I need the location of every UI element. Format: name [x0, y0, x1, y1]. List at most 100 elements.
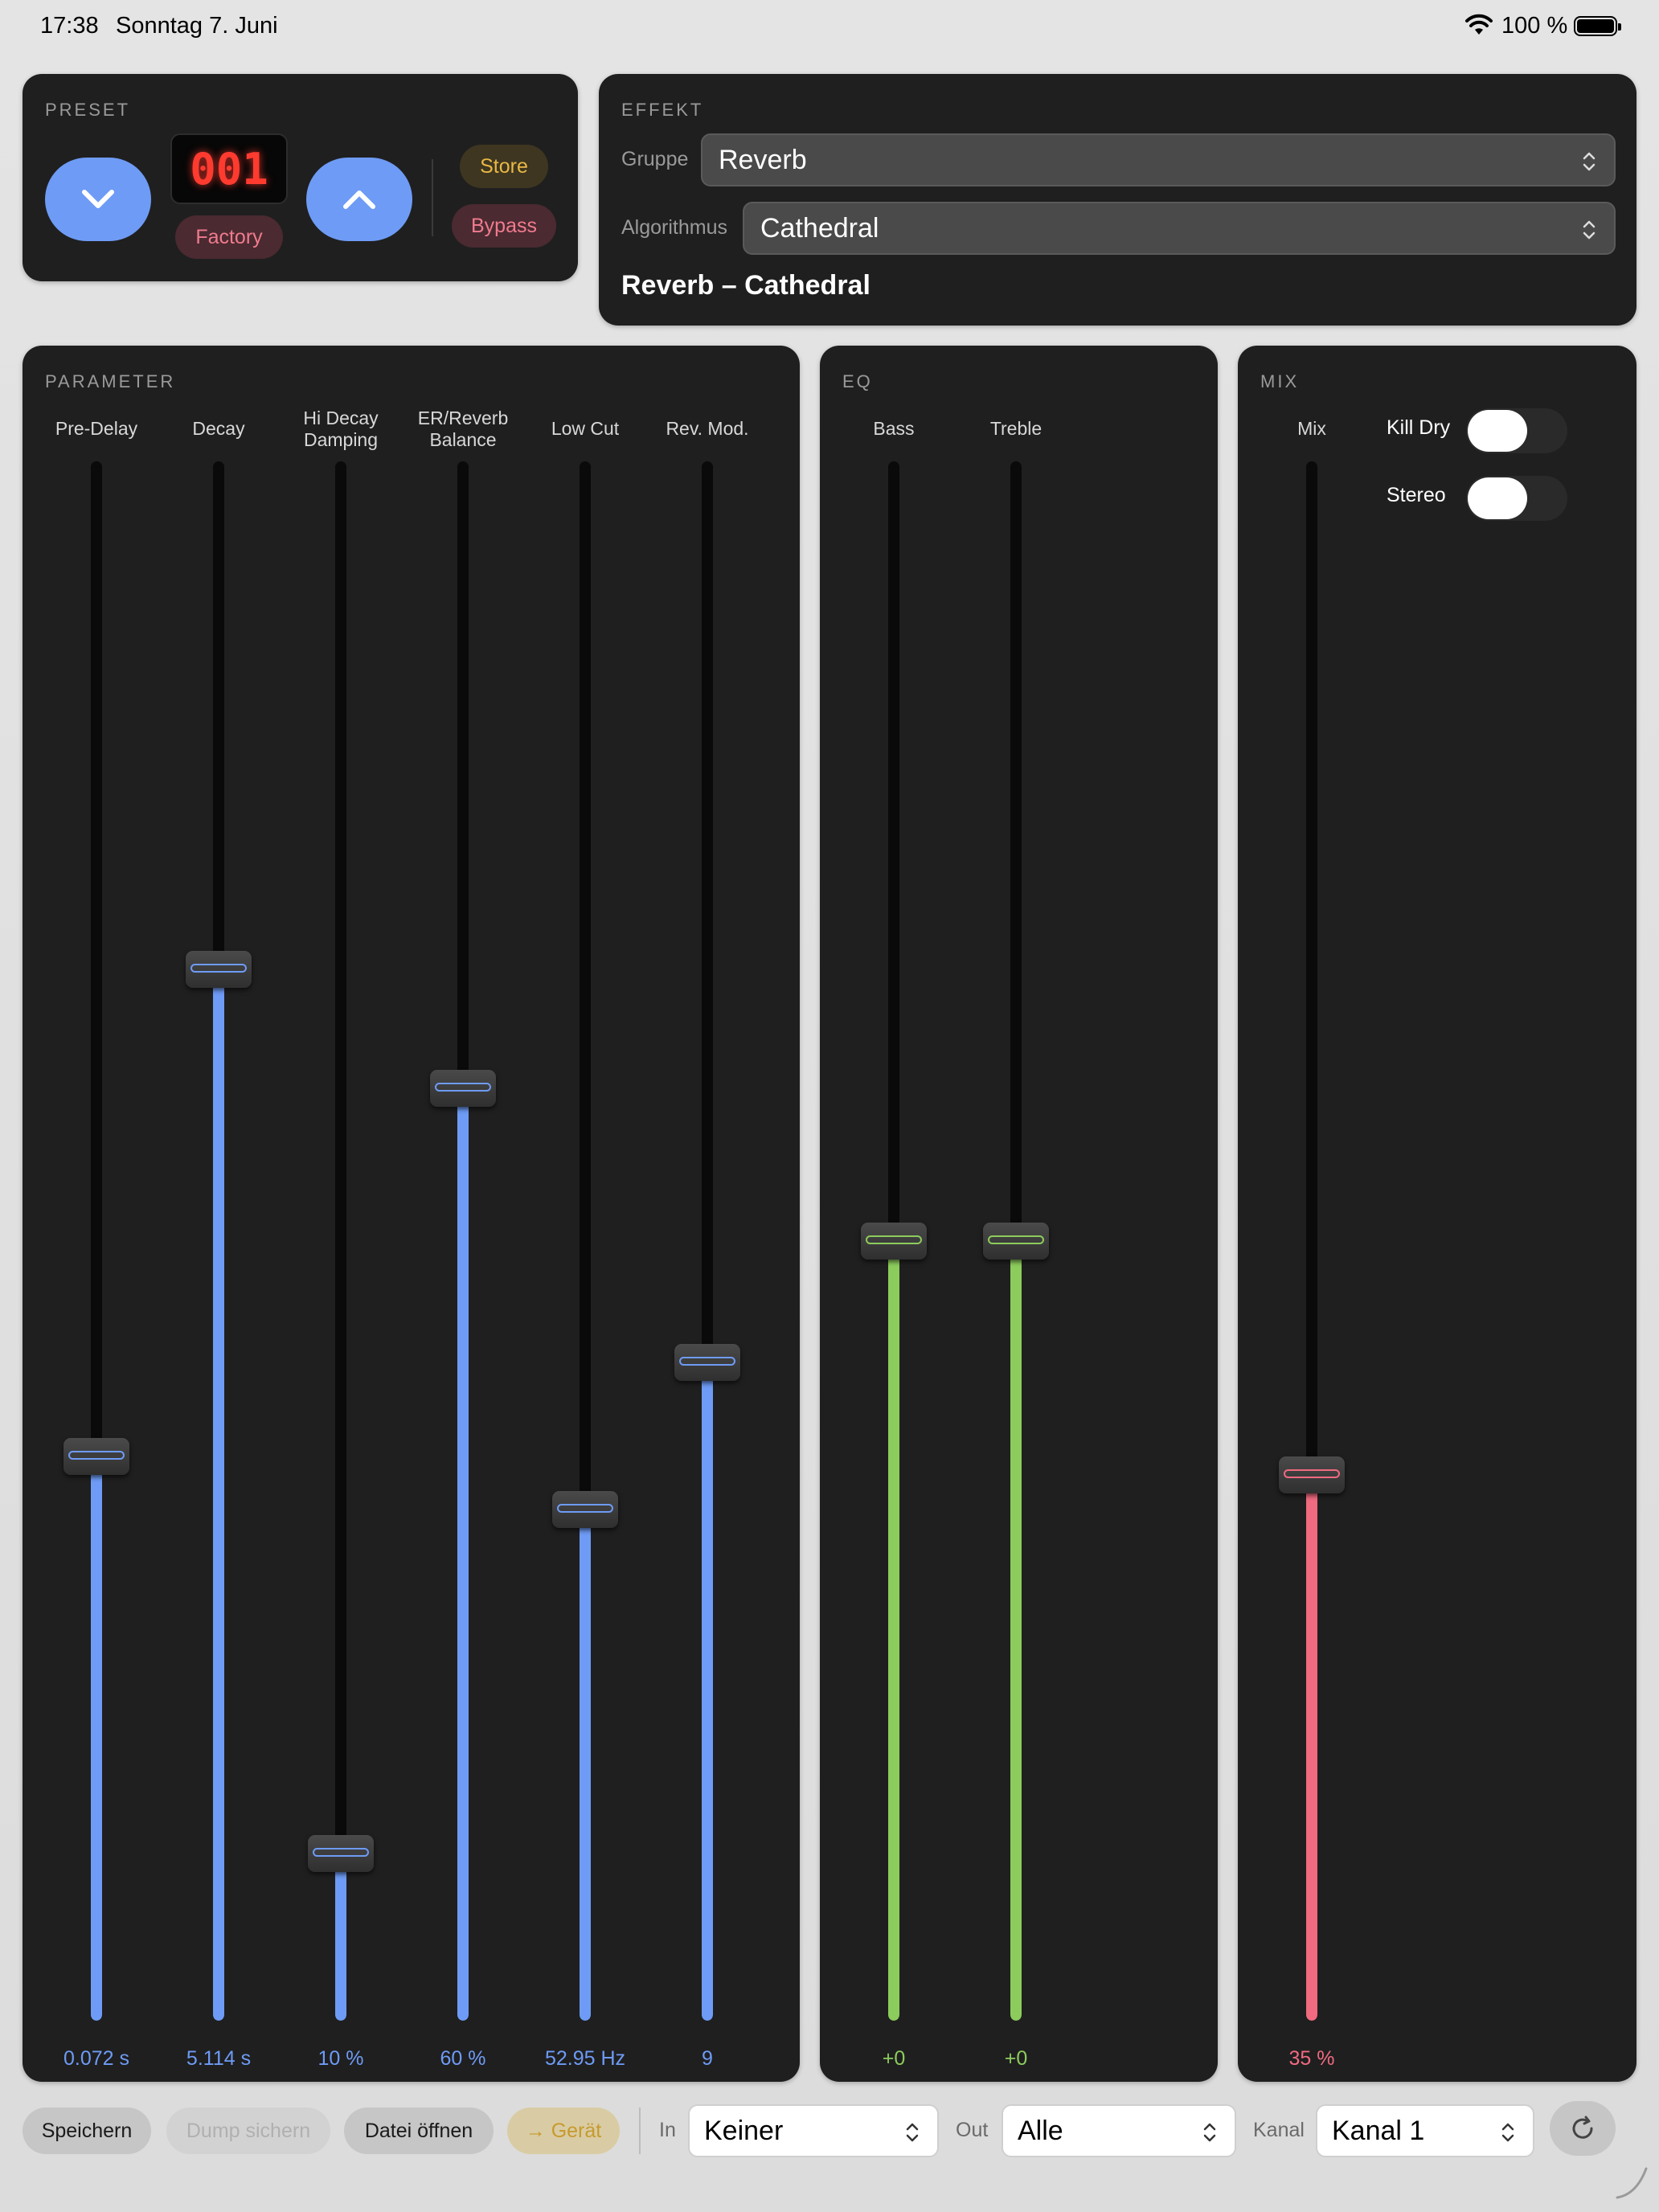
status-time: 17:38	[40, 13, 99, 39]
battery-percent: 100 %	[1501, 13, 1568, 39]
status-bar: 17:38 Sonntag 7. Juni 100 %	[0, 0, 1659, 51]
preset-down-button[interactable]	[45, 158, 151, 241]
effekt-title: EFFEKT	[621, 100, 704, 120]
kill-dry-toggle[interactable]	[1466, 408, 1567, 453]
midi-in-select[interactable]: Keiner	[688, 2104, 939, 2157]
slider-mix-fill	[1306, 1475, 1317, 2021]
wifi-icon	[1465, 14, 1493, 35]
preset-title: PRESET	[45, 100, 131, 120]
toggle-knob	[1468, 410, 1527, 452]
preset-divider	[432, 159, 433, 236]
algorithmus-label: Algorithmus	[621, 216, 727, 239]
bypass-button[interactable]: Bypass	[452, 204, 556, 248]
chevron-up-icon	[343, 190, 375, 209]
slider-pre-delay-value: 0.072 s	[63, 2047, 129, 2070]
chevron-updown-icon	[1501, 2123, 1514, 2142]
slider-mix-label: Mix	[1297, 418, 1326, 439]
chevron-updown-icon	[1583, 152, 1596, 171]
slider-decay-label: Decay	[192, 418, 245, 439]
slider-low-cut-thumb[interactable]	[552, 1490, 618, 1528]
slider-hi-decay-damping-fill	[335, 1854, 346, 2021]
chevron-updown-icon	[906, 2123, 919, 2142]
stereo-toggle[interactable]	[1466, 476, 1567, 521]
dump-sichern-button[interactable]: Dump sichern	[166, 2108, 330, 2154]
midi-out-select[interactable]: Alle	[1002, 2104, 1236, 2157]
midi-in-value: Keiner	[704, 2115, 784, 2146]
parameter-panel: PARAMETER Pre-Delay 0.072 s Decay 5.114 s Hi…	[23, 346, 800, 2082]
speichern-button[interactable]: Speichern	[23, 2108, 151, 2154]
gruppe-select[interactable]: Reverb	[701, 133, 1616, 186]
store-button[interactable]: Store	[460, 145, 548, 188]
preset-number-display: 001	[170, 133, 288, 204]
refresh-button[interactable]	[1550, 2101, 1616, 2156]
slider-mix-track[interactable]	[1306, 461, 1317, 2021]
slider-bass-thumb[interactable]	[861, 1223, 927, 1260]
slider-rev-mod-thumb[interactable]	[674, 1344, 740, 1382]
effect-summary: Reverb – Cathedral	[621, 270, 870, 301]
slider-er-reverb-balance-value: 60 %	[440, 2047, 486, 2070]
slider-hi-decay-damping-thumb[interactable]	[308, 1835, 374, 1873]
toggle-knob	[1468, 477, 1527, 519]
algorithmus-select[interactable]: Cathedral	[743, 202, 1616, 255]
status-date: Sonntag 7. Juni	[116, 13, 278, 39]
send-to-device-button[interactable]: → Gerät	[507, 2108, 620, 2154]
eq-title: EQ	[842, 371, 873, 391]
chevron-down-icon	[82, 190, 114, 208]
mix-title: MIX	[1260, 371, 1300, 391]
slider-er-reverb-balance-track[interactable]	[457, 461, 469, 2021]
slider-rev-mod-fill	[702, 1362, 713, 2021]
battery-icon	[1574, 16, 1621, 36]
gruppe-value: Reverb	[719, 144, 807, 175]
eq-panel: EQ Bass +0 Treble +0	[820, 346, 1218, 2082]
slider-bass-label: Bass	[873, 418, 915, 439]
kanal-label: Kanal	[1253, 2119, 1305, 2141]
slider-low-cut-track[interactable]	[580, 461, 591, 2021]
slider-er-reverb-balance-thumb[interactable]	[430, 1069, 496, 1107]
slider-low-cut-value: 52.95 Hz	[544, 2047, 626, 2070]
mix-panel: MIX Kill Dry Stereo Mix 35 %	[1238, 346, 1636, 2082]
effekt-panel: EFFEKT Gruppe Reverb Algorithmus Cathedr…	[599, 74, 1636, 326]
slider-treble-fill	[1010, 1241, 1022, 2021]
kanal-value: Kanal 1	[1332, 2115, 1425, 2146]
resize-handle-icon[interactable]	[1612, 2164, 1651, 2202]
slider-treble-value: +0	[1004, 2047, 1028, 2070]
slider-low-cut-fill	[580, 1509, 591, 2021]
slider-treble-label: Treble	[989, 418, 1043, 439]
slider-rev-mod-label: Rev. Mod.	[666, 418, 749, 439]
slider-er-reverb-balance-label: ER/Reverb Balance	[417, 408, 509, 450]
chevron-updown-icon	[1203, 2123, 1216, 2142]
refresh-icon	[1572, 2116, 1593, 2139]
gruppe-label: Gruppe	[621, 148, 689, 170]
stereo-label: Stereo	[1387, 484, 1446, 506]
in-label: In	[659, 2119, 676, 2141]
slider-bass-fill	[888, 1241, 899, 2021]
slider-rev-mod-value: 9	[702, 2047, 713, 2070]
midi-out-value: Alle	[1018, 2115, 1063, 2146]
slider-decay-thumb[interactable]	[186, 951, 252, 989]
slider-mix-thumb[interactable]	[1279, 1456, 1345, 1493]
slider-pre-delay-track[interactable]	[91, 461, 102, 2021]
slider-rev-mod-track[interactable]	[702, 461, 713, 2021]
chevron-updown-icon	[1583, 220, 1596, 240]
kanal-select[interactable]: Kanal 1	[1316, 2104, 1534, 2157]
slider-hi-decay-damping-value: 10 %	[317, 2047, 364, 2070]
slider-er-reverb-balance-fill	[457, 1088, 469, 2021]
parameter-title: PARAMETER	[45, 371, 176, 391]
slider-pre-delay-thumb[interactable]	[63, 1437, 129, 1475]
preset-up-button[interactable]	[306, 158, 412, 241]
slider-hi-decay-damping-label: Hi Decay Damping	[303, 408, 379, 450]
slider-decay-fill	[213, 969, 224, 2021]
factory-badge[interactable]: Factory	[175, 215, 283, 259]
slider-decay-track[interactable]	[213, 461, 224, 2021]
slider-treble-thumb[interactable]	[983, 1223, 1049, 1260]
bottom-divider	[639, 2108, 641, 2154]
preset-panel: PRESET 001 Factory Store Bypass	[23, 74, 578, 281]
slider-decay-value: 5.114 s	[186, 2047, 252, 2070]
slider-pre-delay-label: Pre-Delay	[55, 418, 138, 439]
out-label: Out	[956, 2119, 989, 2141]
algorithmus-value: Cathedral	[760, 212, 879, 244]
datei-oeffnen-button[interactable]: Datei öffnen	[344, 2108, 494, 2154]
slider-bass-value: +0	[882, 2047, 906, 2070]
slider-hi-decay-damping-track[interactable]	[335, 461, 346, 2021]
slider-low-cut-label: Low Cut	[551, 418, 620, 439]
